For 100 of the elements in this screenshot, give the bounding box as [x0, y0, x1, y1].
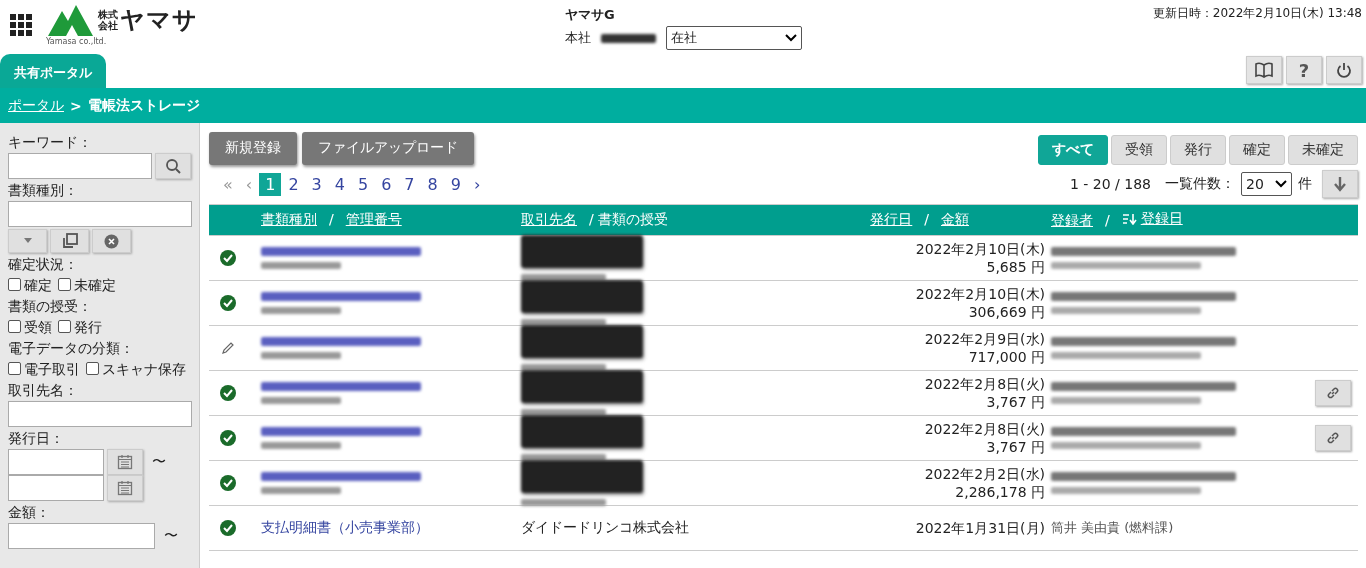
new-entry-button[interactable]: 新規登録 [209, 131, 297, 165]
amount: 3,767 円 [986, 393, 1045, 411]
column-header-text: / [924, 211, 929, 229]
keyword-field[interactable] [8, 153, 152, 179]
issue-date: 2022年2月10日(木) [915, 285, 1045, 303]
check-circle-icon [220, 250, 236, 266]
company-name: ヤマサ [120, 5, 198, 36]
checkbox-label: 確定 [24, 277, 52, 293]
tilde-text: 〜 [164, 527, 178, 545]
download-button[interactable] [1322, 170, 1358, 198]
next-page-link[interactable]: › [473, 174, 481, 194]
chevron-down-icon [1275, 180, 1287, 188]
page-link[interactable]: 9 [444, 172, 467, 196]
checkbox[interactable] [8, 278, 21, 291]
page-link[interactable]: 7 [398, 172, 421, 196]
check-circle-icon [220, 430, 236, 446]
calendar-button[interactable] [107, 475, 143, 501]
check-circle-icon [220, 295, 236, 311]
registrant-name: 筒井 美由貴 (燃料課) [1051, 519, 1175, 537]
issue-date: 2022年2月8日(火) [924, 420, 1045, 438]
blurred-user-name [601, 33, 656, 43]
field-label: 書類の授受： [8, 297, 93, 316]
file-upload-button[interactable]: ファイルアップロード [302, 131, 474, 165]
tilde-text: 〜 [152, 453, 166, 471]
filter-tab[interactable]: 未確定 [1288, 135, 1358, 165]
calendar-button[interactable] [107, 449, 143, 475]
link-button[interactable] [1315, 425, 1351, 451]
page-link[interactable]: 2 [282, 172, 305, 196]
field-label: キーワード： [8, 133, 93, 152]
updated-time: 更新日時：2022年2月10日(木) 13:48 [1152, 5, 1363, 22]
field-label: 取引先名： [8, 381, 79, 400]
filter-tab[interactable]: 発行 [1170, 135, 1226, 165]
breadcrumb-separator: > [70, 97, 82, 114]
down-arrow-icon [1333, 176, 1347, 192]
clear-icon [104, 233, 119, 249]
grid-icon [10, 13, 32, 36]
checkbox-label: 発行 [74, 319, 102, 335]
checkbox[interactable] [86, 362, 99, 375]
partner-name-field[interactable] [8, 401, 192, 427]
issue-date: 2022年1月31日(月) [915, 519, 1045, 537]
date-to-field[interactable] [8, 475, 104, 501]
amount: 5,685 円 [986, 258, 1045, 276]
issue-date: 2022年2月2日(水) [924, 465, 1045, 483]
copy-button[interactable] [50, 229, 89, 253]
page-size-unit: 件 [1298, 175, 1312, 193]
apps-menu-button[interactable] [10, 13, 32, 36]
page-size-label: 一覧件数： [1165, 175, 1235, 193]
manual-button[interactable] [1246, 56, 1282, 84]
date-from-field[interactable] [8, 449, 104, 475]
calendar-icon [117, 480, 133, 496]
field-label: 発行日： [8, 429, 65, 448]
calendar-icon [117, 454, 133, 470]
link-button[interactable] [1315, 380, 1351, 406]
search-icon [165, 158, 181, 174]
group-name: ヤマサG [565, 6, 616, 24]
presence-select[interactable]: 在社 [666, 26, 802, 50]
page-size-select[interactable]: 20 [1241, 172, 1292, 196]
column-header-text: / [1105, 212, 1110, 228]
partner-name: ダイドードリンコ株式会社 [521, 519, 690, 537]
power-icon [1336, 62, 1352, 78]
checkbox[interactable] [8, 320, 21, 333]
search-button[interactable] [155, 153, 191, 179]
office-name: 本社 [565, 29, 591, 47]
page-link[interactable]: 4 [328, 172, 351, 196]
book-icon [1255, 62, 1273, 78]
column-header-text: / [329, 211, 334, 227]
logout-button[interactable] [1326, 56, 1362, 84]
caret-down-icon [23, 238, 32, 244]
issue-date: 2022年2月10日(木) [915, 240, 1045, 258]
amount-from-field[interactable] [8, 523, 155, 549]
check-circle-icon [220, 385, 236, 401]
logo-small-text: 株式 [98, 9, 118, 20]
sort-descending-icon [1121, 213, 1138, 225]
logo-small-text: 会社 [98, 20, 118, 31]
page-link[interactable]: 8 [421, 172, 444, 196]
document-link[interactable]: 支払明細書（小売事業部） [261, 519, 521, 537]
page-link[interactable]: 5 [351, 172, 375, 196]
amount: 717,000 円 [968, 348, 1045, 366]
issue-date: 2022年2月8日(火) [924, 375, 1045, 393]
page-link[interactable]: 3 [305, 172, 328, 196]
check-circle-icon [220, 475, 236, 491]
checkbox-label: 未確定 [74, 277, 116, 293]
checkbox-label: スキャナ保存 [102, 361, 186, 377]
filter-tab[interactable]: 受領 [1111, 135, 1167, 165]
clear-button[interactable] [92, 229, 131, 253]
page-link[interactable]: 6 [375, 172, 398, 196]
checkbox-label: 電子取引 [24, 361, 80, 377]
column-header-text: / 書類の授受 [589, 211, 669, 227]
filter-tab[interactable]: 確定 [1229, 135, 1285, 165]
checkbox[interactable] [58, 278, 71, 291]
logo-tagline: Yamasa co.,ltd. [46, 37, 107, 46]
issue-date: 2022年2月9日(水) [924, 330, 1045, 348]
checkbox[interactable] [58, 320, 71, 333]
checkbox[interactable] [8, 362, 21, 375]
document-type-field[interactable] [8, 201, 192, 227]
check-circle-icon [220, 520, 236, 536]
amount: 3,767 円 [986, 438, 1045, 456]
field-label: 確定状況： [8, 255, 79, 274]
help-button[interactable]: ? [1286, 56, 1322, 84]
amount: 2,286,178 円 [955, 483, 1045, 501]
